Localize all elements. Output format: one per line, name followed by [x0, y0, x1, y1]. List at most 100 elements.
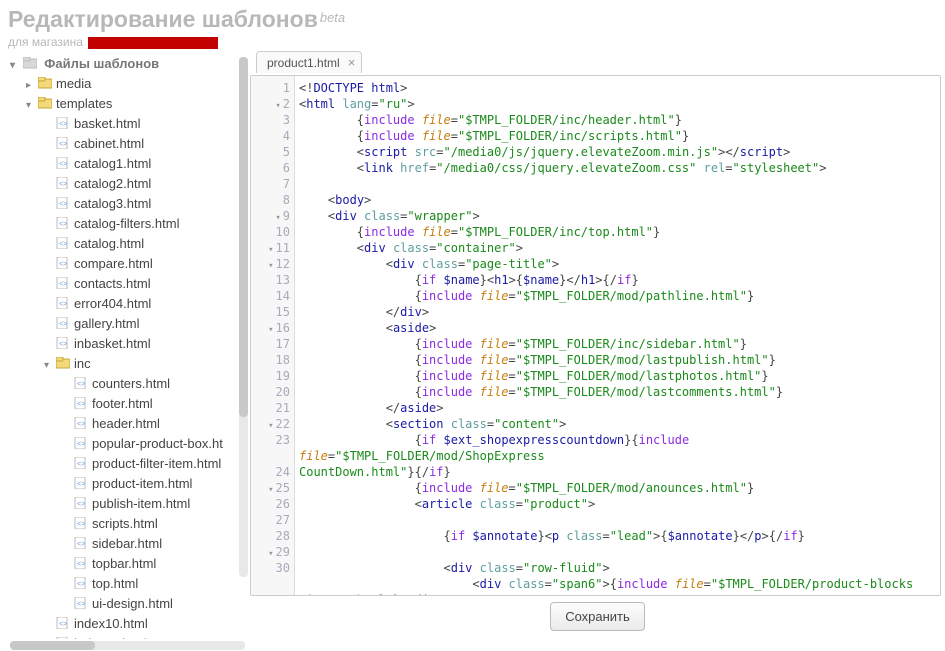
code-line[interactable]: {include file="$TMPL_FOLDER/mod/lastcomm…	[299, 384, 936, 400]
code-line[interactable]: <script src="/media0/js/jquery.elevateZo…	[299, 144, 936, 160]
html-file-icon: <>	[74, 437, 88, 449]
code-line[interactable]: {include file="$TMPL_FOLDER/mod/pathline…	[299, 288, 936, 304]
tree-file[interactable]: ▸<>error404.html	[44, 295, 250, 315]
code-line[interactable]	[299, 176, 936, 192]
code-line[interactable]: <article class="product">	[299, 496, 936, 512]
sidebar-hscroll[interactable]	[10, 641, 245, 650]
code-line[interactable]: <section class="content">	[299, 416, 936, 432]
tree-file[interactable]: ▸<>counters.html	[62, 375, 250, 395]
svg-text:<>: <>	[77, 501, 85, 508]
close-icon[interactable]: ×	[348, 55, 356, 70]
html-file-icon: <>	[56, 297, 70, 309]
code-line[interactable]: {include file="$TMPL_FOLDER/inc/top.html…	[299, 224, 936, 240]
collapse-icon[interactable]: ▾	[26, 97, 36, 115]
tree-file[interactable]: ▸<>header.html	[62, 415, 250, 435]
html-file-icon: <>	[74, 517, 88, 529]
tree-file[interactable]: ▸<>compare.html	[44, 255, 250, 275]
tree-file[interactable]: ▸<>sidebar.html	[62, 535, 250, 555]
code-line[interactable]: <div class="row-fluid">	[299, 560, 936, 576]
tree-file[interactable]: ▸<>scripts.html	[62, 515, 250, 535]
code-line[interactable]: <link href="/media0/css/jquery.elevateZo…	[299, 160, 936, 176]
line-number: ▾11	[251, 240, 294, 256]
tree-item-label: index11.html	[74, 636, 147, 639]
code-line[interactable]	[299, 544, 936, 560]
code-line[interactable]: {if $ext_shopexpresscountdown}{include f…	[299, 432, 936, 480]
code-line[interactable]: <aside>	[299, 320, 936, 336]
code-line[interactable]: <div class="page-title">	[299, 256, 936, 272]
code-area[interactable]: <!DOCTYPE html><html lang="ru"> {include…	[295, 76, 940, 595]
line-number: 23	[251, 432, 294, 464]
expand-icon[interactable]: ▸	[26, 77, 36, 95]
code-line[interactable]: <div class="wrapper">	[299, 208, 936, 224]
tree-item-label: catalog-filters.html	[74, 216, 179, 231]
tree-item-label: footer.html	[92, 396, 153, 411]
code-line[interactable]: {include file="$TMPL_FOLDER/inc/scripts.…	[299, 128, 936, 144]
html-file-icon: <>	[56, 277, 70, 289]
tree-item-label: templates	[56, 96, 112, 111]
tree-file[interactable]: ▸<>publish-item.html	[62, 495, 250, 515]
html-file-icon: <>	[74, 457, 88, 469]
scroll-thumb[interactable]	[10, 641, 95, 650]
tree-file[interactable]: ▸<>catalog1.html	[44, 155, 250, 175]
code-line[interactable]: {include file="$TMPL_FOLDER/inc/header.h…	[299, 112, 936, 128]
tree-item-label: publish-item.html	[92, 496, 190, 511]
code-line[interactable]: </div>	[299, 304, 936, 320]
tree-folder[interactable]: ▾ templates	[26, 95, 250, 115]
tree-file[interactable]: ▸<>ui-design.html	[62, 595, 250, 615]
tree-folder[interactable]: ▸media	[26, 75, 250, 95]
tree-file[interactable]: ▸<>footer.html	[62, 395, 250, 415]
code-line[interactable]: <body>	[299, 192, 936, 208]
page-title: Редактирование шаблонов	[8, 6, 318, 32]
tree-file[interactable]: ▸<>product-filter-item.html	[62, 455, 250, 475]
svg-text:<>: <>	[59, 181, 67, 188]
code-line[interactable]: </aside>	[299, 400, 936, 416]
line-number: ▾22	[251, 416, 294, 432]
tab-label: product1.html	[267, 56, 340, 70]
tree-file[interactable]: ▸<>top.html	[62, 575, 250, 595]
tree-file[interactable]: ▸<>catalog.html	[44, 235, 250, 255]
code-line[interactable]: {include file="$TMPL_FOLDER/inc/sidebar.…	[299, 336, 936, 352]
sidebar-vscroll[interactable]	[239, 57, 248, 577]
tree-file[interactable]: ▸<>contacts.html	[44, 275, 250, 295]
folder-icon	[23, 57, 37, 69]
tree-file[interactable]: ▸<>gallery.html	[44, 315, 250, 335]
code-editor[interactable]: 1▾2345678▾910▾11▾12131415▾161718192021▾2…	[250, 75, 941, 596]
code-line[interactable]: <div class="container">	[299, 240, 936, 256]
tree-file[interactable]: ▸<>cabinet.html	[44, 135, 250, 155]
save-button[interactable]: Сохранить	[550, 602, 645, 631]
line-number: 20	[251, 384, 294, 400]
html-file-icon: <>	[74, 477, 88, 489]
tree-file[interactable]: ▸<>index11.html	[44, 635, 250, 639]
collapse-icon[interactable]: ▾	[44, 357, 54, 375]
tree-file[interactable]: ▸<>inbasket.html	[44, 335, 250, 355]
svg-text:<>: <>	[77, 421, 85, 428]
tree-folder[interactable]: ▾inc	[44, 355, 250, 375]
scroll-thumb[interactable]	[239, 57, 248, 417]
tree-file[interactable]: ▸<>index10.html	[44, 615, 250, 635]
tree-item-label: counters.html	[92, 376, 170, 391]
tab-product1[interactable]: product1.html ×	[256, 51, 362, 73]
code-line[interactable]: <!DOCTYPE html>	[299, 80, 936, 96]
tree-file[interactable]: ▸<>basket.html	[44, 115, 250, 135]
code-line[interactable]: {include file="$TMPL_FOLDER/mod/anounces…	[299, 480, 936, 496]
tree-item-label: catalog3.html	[74, 196, 151, 211]
tree-file[interactable]: ▸<>catalog-filters.html	[44, 215, 250, 235]
line-number: 18	[251, 352, 294, 368]
tree-file[interactable]: ▸<>catalog3.html	[44, 195, 250, 215]
code-line[interactable]: {if $annotate}<p class="lead">{$annotate…	[299, 528, 936, 544]
code-line[interactable]: <div class="span6">{include file="$TMPL_…	[299, 576, 936, 595]
tree-file[interactable]: ▸<>topbar.html	[62, 555, 250, 575]
tree-file[interactable]: ▸<>catalog2.html	[44, 175, 250, 195]
code-line[interactable]: <html lang="ru">	[299, 96, 936, 112]
tree-file[interactable]: ▸<>popular-product-box.ht	[62, 435, 250, 455]
code-line[interactable]: {include file="$TMPL_FOLDER/mod/lastphot…	[299, 368, 936, 384]
line-number: 24	[251, 464, 294, 480]
collapse-icon[interactable]: ▾	[10, 60, 19, 71]
code-line[interactable]: {if $name}<h1>{$name}</h1>{/if}	[299, 272, 936, 288]
tree-root[interactable]: ▾ Файлы шаблонов	[4, 53, 250, 75]
tree-item-label: ui-design.html	[92, 596, 173, 611]
code-line[interactable]	[299, 512, 936, 528]
code-line[interactable]: {include file="$TMPL_FOLDER/mod/lastpubl…	[299, 352, 936, 368]
tree-file[interactable]: ▸<>product-item.html	[62, 475, 250, 495]
svg-text:<>: <>	[59, 241, 67, 248]
